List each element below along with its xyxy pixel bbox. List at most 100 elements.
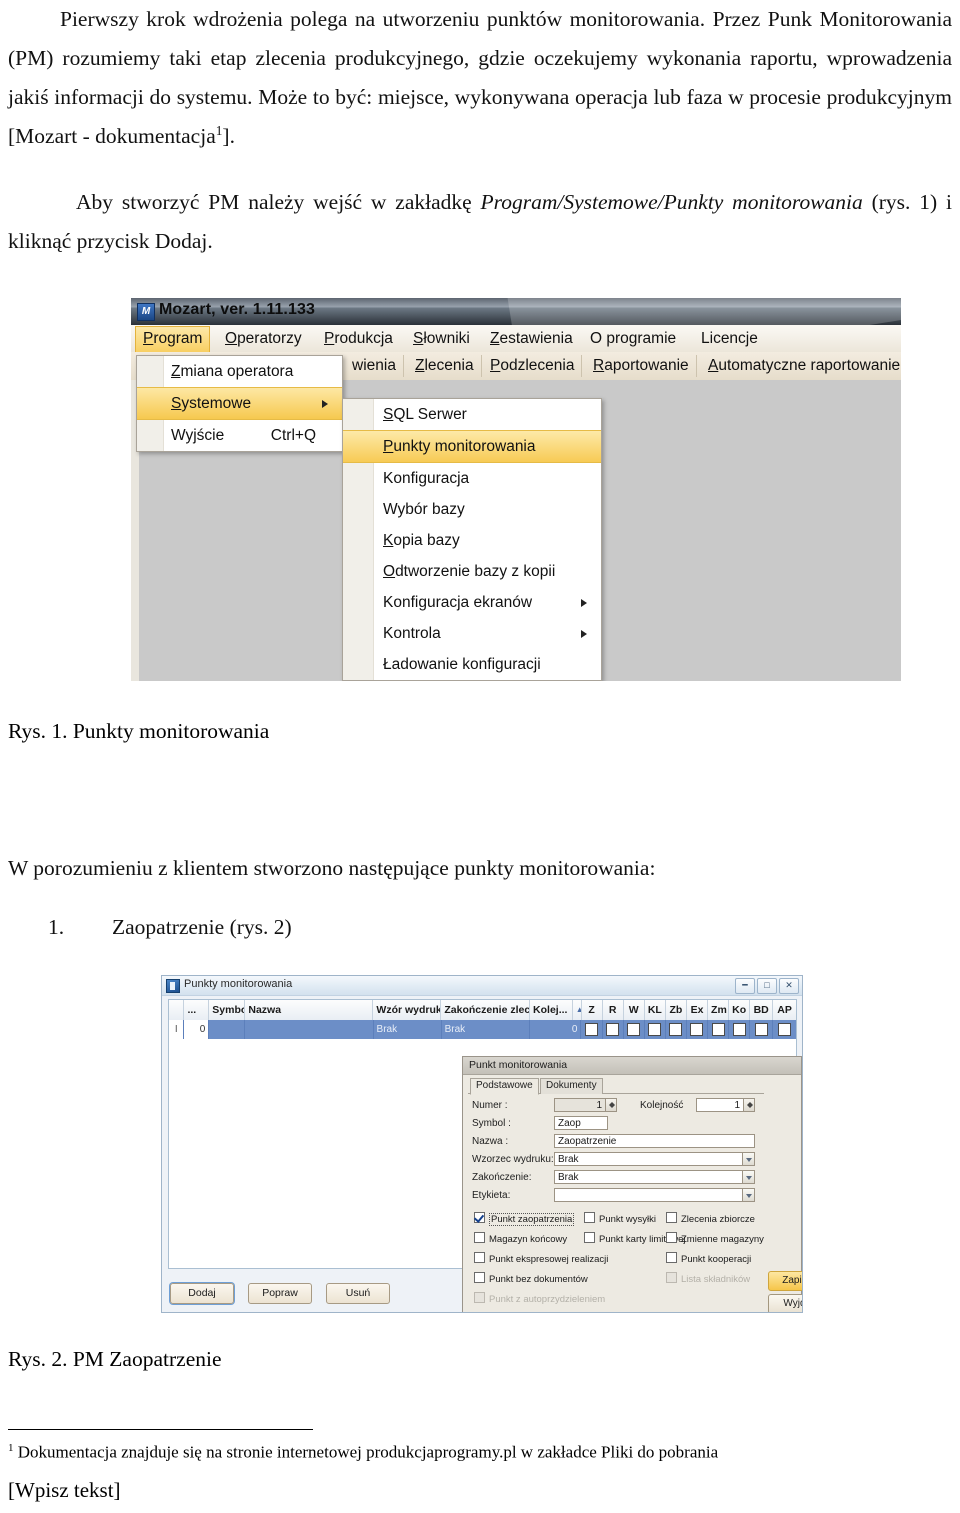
save-button[interactable]: Zapisz xyxy=(768,1271,802,1291)
row-check-z[interactable] xyxy=(581,1020,603,1039)
checkbox-icon-bd[interactable] xyxy=(754,1022,768,1036)
checkbox-icon[interactable] xyxy=(474,1232,485,1243)
toolbar-item-zamowienia[interactable]: wienia xyxy=(345,355,404,377)
minimize-icon[interactable]: ━ xyxy=(735,978,755,994)
kolejnosc-spinner[interactable] xyxy=(744,1098,755,1112)
row-nazwa[interactable] xyxy=(245,1020,374,1039)
etykieta-select[interactable] xyxy=(554,1188,755,1202)
close-icon[interactable]: ✕ xyxy=(779,978,799,994)
col-w[interactable]: W xyxy=(624,1000,645,1020)
toolbar-item-zlecenia[interactable]: Zlecenia xyxy=(408,355,482,377)
col-dots[interactable]: ... xyxy=(184,1000,210,1020)
checkbox-icon[interactable] xyxy=(666,1212,677,1223)
toolbar-item-automatyczne-raportowanie[interactable]: Automatyczne raportowanie xyxy=(701,355,901,377)
checkbox-punkt-wysylki[interactable]: Punkt wysyłki xyxy=(584,1212,656,1225)
col-wzor[interactable]: Wzór wydruku xyxy=(373,1000,442,1020)
checkbox-punkt-kooperacji[interactable]: Punkt kooperacji xyxy=(666,1252,751,1265)
checkbox-icon[interactable] xyxy=(666,1252,677,1263)
checkbox-punkt-ekspresowej-realizacji[interactable]: Punkt ekspresowej realizacji xyxy=(474,1252,608,1265)
submenu-item-kopia-bazy[interactable]: Kopia bazy xyxy=(343,525,601,556)
maximize-icon[interactable]: □ xyxy=(757,978,777,994)
toolbar-item-raportowanie[interactable]: Raportowanie xyxy=(586,355,697,377)
wzorzec-select[interactable]: Brak xyxy=(554,1152,755,1166)
chevron-down-icon-wzorzec[interactable] xyxy=(742,1152,755,1166)
row-check-ex[interactable] xyxy=(687,1020,708,1039)
menu-produkcja[interactable]: Produkcja xyxy=(317,327,400,350)
checkbox-magazyn-koncowy[interactable]: Magazyn końcowy xyxy=(474,1232,567,1245)
tab-podstawowe[interactable]: Podstawowe xyxy=(470,1078,539,1095)
row-check-zm[interactable] xyxy=(708,1020,730,1039)
nazwa-input[interactable]: Zaopatrzenie xyxy=(554,1134,755,1148)
checkbox-icon[interactable] xyxy=(474,1272,485,1283)
checkbox-icon[interactable] xyxy=(584,1212,595,1223)
col-z[interactable]: Z xyxy=(582,1000,603,1020)
menu-item-systemowe[interactable]: Systemowe xyxy=(137,387,342,420)
col-bd[interactable]: BD xyxy=(750,1000,774,1020)
menu-item-wyjscie[interactable]: Wyjście Ctrl+Q xyxy=(137,420,342,451)
row-check-r[interactable] xyxy=(603,1020,624,1039)
col-kolej[interactable]: Kolej... xyxy=(530,1000,573,1020)
row-check-zb[interactable] xyxy=(666,1020,687,1039)
menu-zestawienia[interactable]: Zestawienia xyxy=(483,327,580,350)
checkbox-icon[interactable] xyxy=(474,1252,485,1263)
toolbar-item-podzlecenia[interactable]: Podzlecenia xyxy=(483,355,583,377)
menu-program[interactable]: Program xyxy=(135,326,211,352)
checkbox-zlecenia-zbiorcze[interactable]: Zlecenia zbiorcze xyxy=(666,1212,755,1225)
col-ko[interactable]: Ko xyxy=(729,1000,751,1020)
submenu-item-punkty-monitorowania[interactable]: Punkty monitorowania xyxy=(343,430,601,463)
checkbox-icon-ex[interactable] xyxy=(690,1022,704,1036)
col-symbol[interactable]: Symbol xyxy=(209,1000,246,1020)
col-kl[interactable]: KL xyxy=(645,1000,666,1020)
checkbox-icon-ap[interactable] xyxy=(778,1022,792,1036)
submenu-item-wybor-bazy[interactable]: Wybór bazy xyxy=(343,494,601,525)
row-zakonczenie[interactable]: Brak xyxy=(442,1020,531,1039)
menu-operatorzy[interactable]: Operatorzy xyxy=(218,327,309,350)
col-nazwa[interactable]: Nazwa xyxy=(245,1000,374,1020)
row-check-ap[interactable] xyxy=(773,1020,796,1039)
zakonczenie-select[interactable]: Brak xyxy=(554,1170,755,1184)
add-button[interactable]: Dodaj xyxy=(170,1283,234,1304)
checkbox-icon-zb[interactable] xyxy=(669,1022,683,1036)
table-row[interactable]: I 0 Brak Brak 0 xyxy=(169,1020,796,1039)
checkbox-punkt-bez-dokumentow[interactable]: Punkt bez dokumentów xyxy=(474,1272,588,1285)
submenu-item-odtworzenie-bazy[interactable]: Odtworzenie bazy z kopii xyxy=(343,556,601,587)
checkbox-icon-z[interactable] xyxy=(584,1022,598,1036)
menu-o-programie[interactable]: O programie xyxy=(583,327,683,350)
menu-item-zmiana-operatora[interactable]: Zmiana operatora xyxy=(137,356,342,387)
delete-button[interactable]: Usuń xyxy=(326,1283,390,1304)
col-zm[interactable]: Zm xyxy=(708,1000,730,1020)
col-zakonczenie[interactable]: Zakończenie zlece... xyxy=(441,1000,531,1020)
col-r[interactable]: R xyxy=(603,1000,624,1020)
row-check-kl[interactable] xyxy=(645,1020,666,1039)
checkbox-icon-kl[interactable] xyxy=(648,1022,662,1036)
checkbox-icon-w[interactable] xyxy=(627,1022,641,1036)
row-kolej[interactable]: 0 xyxy=(530,1020,582,1039)
submenu-item-kontrola[interactable]: Kontrola xyxy=(343,618,601,649)
chevron-down-icon-zakonczenie[interactable] xyxy=(742,1170,755,1184)
submenu-item-konfiguracja[interactable]: Konfiguracja xyxy=(343,463,601,494)
submenu-item-konfiguracja-ekranow[interactable]: Konfiguracja ekranów xyxy=(343,587,601,618)
checkbox-icon-zm[interactable] xyxy=(711,1022,725,1036)
tab-dokumenty[interactable]: Dokumenty xyxy=(540,1078,603,1094)
checkbox-icon[interactable] xyxy=(666,1232,677,1243)
menu-licencje[interactable]: Licencje xyxy=(694,327,765,350)
checkbox-icon[interactable] xyxy=(474,1212,485,1223)
kolejnosc-input[interactable]: 1 xyxy=(696,1098,744,1112)
symbol-input[interactable]: Zaop xyxy=(554,1116,608,1130)
row-check-w[interactable] xyxy=(624,1020,645,1039)
menu-slowniki[interactable]: Słowniki xyxy=(406,327,477,350)
chevron-down-icon-etykieta[interactable] xyxy=(742,1188,755,1202)
col-zb[interactable]: Zb xyxy=(666,1000,687,1020)
col-ap[interactable]: AP xyxy=(773,1000,796,1020)
submenu-item-ladowanie-konfiguracji[interactable]: Ładowanie konfiguracji xyxy=(343,649,601,680)
row-check-ko[interactable] xyxy=(729,1020,751,1039)
checkbox-punkt-zaopatrzenia[interactable]: Punkt zaopatrzenia xyxy=(474,1212,575,1226)
numer-input[interactable]: 1 xyxy=(554,1098,606,1112)
col-ex[interactable]: Ex xyxy=(687,1000,709,1020)
row-symbol[interactable] xyxy=(209,1020,246,1039)
row-wzor[interactable]: Brak xyxy=(374,1020,442,1039)
row-check-bd[interactable] xyxy=(750,1020,774,1039)
exit-button[interactable]: Wyjdź xyxy=(768,1294,802,1312)
checkbox-icon-r[interactable] xyxy=(606,1022,620,1036)
numer-spinner[interactable] xyxy=(606,1098,617,1112)
